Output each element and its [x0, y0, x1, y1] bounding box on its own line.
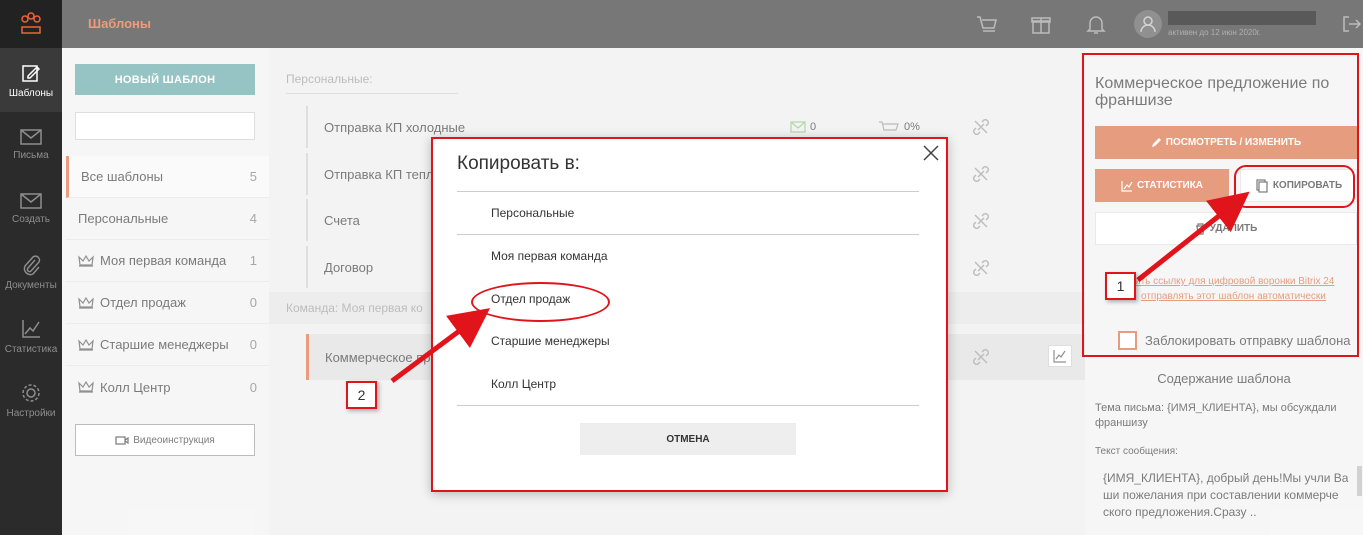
- annotation-badge-2: 2: [346, 381, 377, 409]
- annotation-arrows: [390, 191, 1250, 384]
- arrow-2: [390, 308, 491, 384]
- annotation-badge-1: 1: [1105, 272, 1136, 300]
- arrow-1: [1136, 191, 1250, 282]
